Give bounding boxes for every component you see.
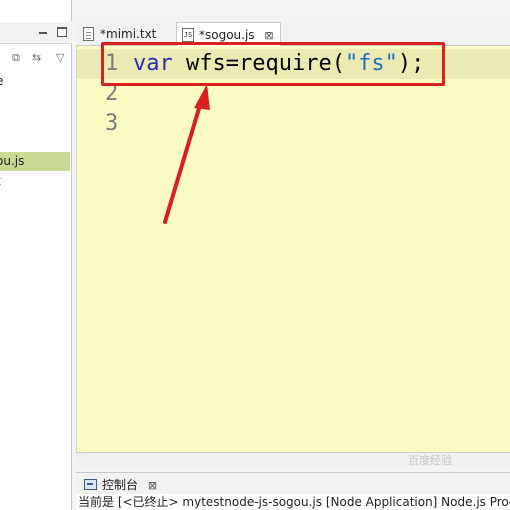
line-number-gutter: 1 2 3: [77, 46, 127, 466]
console-status-line: 当前是 [<已终止> mytestnode-js-sogou.js [Node …: [76, 494, 510, 510]
js-file-icon: JS: [182, 28, 194, 42]
tree-item-label: t: [0, 174, 1, 188]
console-icon: [84, 479, 97, 490]
line-number: 3: [105, 111, 119, 136]
tab-label: *sogou.js: [199, 28, 255, 42]
text-file-icon: [83, 27, 94, 41]
view-menu-icon[interactable]: ▽: [56, 51, 64, 65]
code-editor[interactable]: 1 2 3 var wfs=require("fs");: [76, 42, 510, 466]
project-explorer-panel: ⧉ ⇆ ▽ e ou.js t: [0, 0, 72, 510]
annotation-highlight-box: [101, 42, 445, 86]
link-with-editor-icon[interactable]: ⇆: [32, 51, 41, 65]
tree-item-sogou-js[interactable]: ou.js: [0, 152, 70, 171]
tree-item[interactable]: e: [0, 72, 70, 91]
explorer-toolbar: ⧉ ⇆ ▽: [0, 46, 72, 70]
console-tab-strip: 控制台 ⊠: [76, 472, 510, 494]
tree-item-label: ou.js: [0, 154, 25, 168]
minimize-icon[interactable]: [38, 28, 48, 38]
explorer-header: [0, 22, 72, 44]
tab-label: 控制台: [102, 478, 139, 492]
tree-item[interactable]: t: [0, 172, 70, 191]
collapse-all-icon[interactable]: ⧉: [12, 51, 20, 65]
tab-label: *mimi.txt: [100, 27, 157, 41]
tree-item-label: e: [0, 74, 3, 88]
close-icon[interactable]: ⊠: [148, 476, 157, 496]
maximize-icon[interactable]: [57, 27, 67, 37]
tab-console[interactable]: 控制台 ⊠: [80, 475, 157, 495]
watermark: 百度经验: [408, 454, 452, 467]
